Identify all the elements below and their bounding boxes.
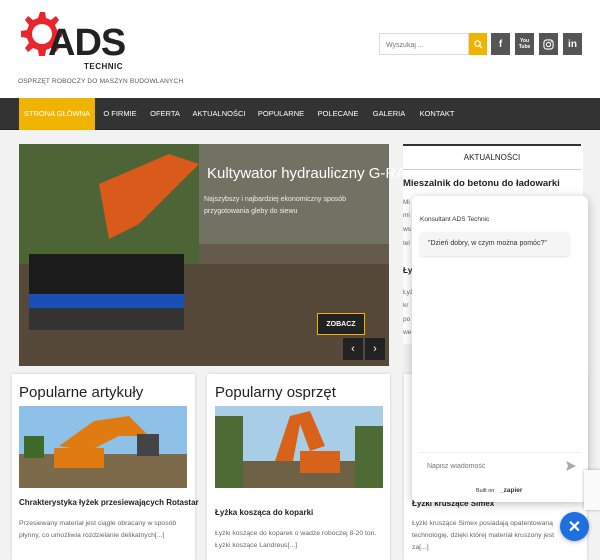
card-image[interactable] (19, 406, 187, 488)
slide-title: Kultywator hydrauliczny G-RAKE (207, 165, 427, 182)
sidebar-text-fragment: tel (403, 240, 410, 247)
chat-input-area (420, 452, 580, 479)
chat-message: "Dzień dobry, w czym można pomóc?" (420, 232, 570, 256)
sidebar-text-fragment: Mi (403, 199, 410, 206)
sidebar-text-fragment: mi (403, 212, 410, 219)
sidebar-text-fragment: kr (403, 302, 409, 309)
main-nav: STRONA GŁÓWNA O FIRMIE OFERTA AKTUALNOŚC… (0, 98, 600, 130)
site-header: ADS TECHNIC OSPRZĘT ROBOCZY DO MASZYN BU… (0, 0, 600, 98)
chat-input[interactable] (420, 453, 550, 479)
sidebar-heading: AKTUALNOŚCI (403, 144, 581, 170)
card-excerpt: Łyżki koszące do koparek o wadze robocze… (215, 530, 377, 549)
chat-built-on: Built on (476, 488, 495, 494)
chat-title: Konsultant ADS Technic (420, 216, 490, 223)
facebook-icon[interactable]: f (491, 33, 510, 55)
logo-text: ADS (48, 22, 126, 64)
card-title[interactable]: Łyżka kosząca do koparki (215, 508, 313, 517)
card-heading: Popularny osprzęt (215, 384, 336, 401)
nav-item-recommended[interactable]: POLECANE (312, 98, 364, 130)
site-tagline: OSPRZĘT ROBOCZY DO MASZYN BUDOWLANYCH (18, 78, 184, 85)
search-icon (473, 39, 483, 49)
sidebar-post-title[interactable]: Mieszalnik do betonu do ładowarki (403, 178, 560, 189)
card-image[interactable] (215, 406, 383, 488)
nav-item-popular[interactable]: POPULARNE (254, 98, 308, 130)
instagram-glyph (543, 38, 554, 50)
search-box (379, 33, 469, 56)
card-excerpt: Przesiewany materiał jest ciągle obracan… (19, 520, 177, 539)
search-input[interactable] (380, 35, 468, 56)
card-title[interactable]: Chrakterystyka łyżek przesiewających Rot… (19, 498, 199, 507)
logo-subtext: TECHNIC (84, 62, 124, 71)
nav-item-news[interactable]: AKTUALNOŚCI (189, 98, 249, 130)
sidebar-text-fragment: ws (403, 226, 411, 233)
card-heading: Popularne artykuły (19, 384, 144, 401)
search-button[interactable] (469, 33, 487, 55)
nav-item-offer[interactable]: OFERTA (145, 98, 185, 130)
recaptcha-badge (584, 470, 600, 510)
sidebar-text-fragment: we (403, 329, 412, 336)
nav-item-about[interactable]: O FIRMIE (98, 98, 142, 130)
card-excerpt: Łyżki kruszące Simex posiadają opatentow… (412, 520, 555, 551)
zapier-brand[interactable]: _zapier (500, 487, 522, 494)
slide-description: Najszybszy i najbardziej ekonomiczny spo… (204, 196, 347, 215)
slider-prev-button[interactable]: ‹ (343, 338, 363, 360)
send-icon[interactable] (564, 459, 578, 473)
chat-close-button[interactable]: ✕ (560, 512, 589, 541)
instagram-icon[interactable] (539, 33, 558, 55)
slider-next-button[interactable]: › (365, 338, 385, 360)
nav-item-contact[interactable]: KONTAKT (414, 98, 460, 130)
slide-cta-button[interactable]: ZOBACZ (317, 313, 365, 335)
excavator-image (215, 406, 383, 488)
chat-widget: Konsultant ADS Technic "Dzień dobry, w c… (412, 196, 588, 502)
nav-item-gallery[interactable]: GALERIA (368, 98, 410, 130)
excavator-image (19, 406, 187, 488)
nav-item-home[interactable]: STRONA GŁÓWNA (19, 98, 95, 130)
logo[interactable]: ADS TECHNIC (18, 10, 126, 71)
youtube-icon[interactable]: You Tube (515, 33, 534, 55)
linkedin-icon[interactable]: in (563, 33, 582, 55)
sidebar-text-fragment: po (403, 316, 411, 323)
